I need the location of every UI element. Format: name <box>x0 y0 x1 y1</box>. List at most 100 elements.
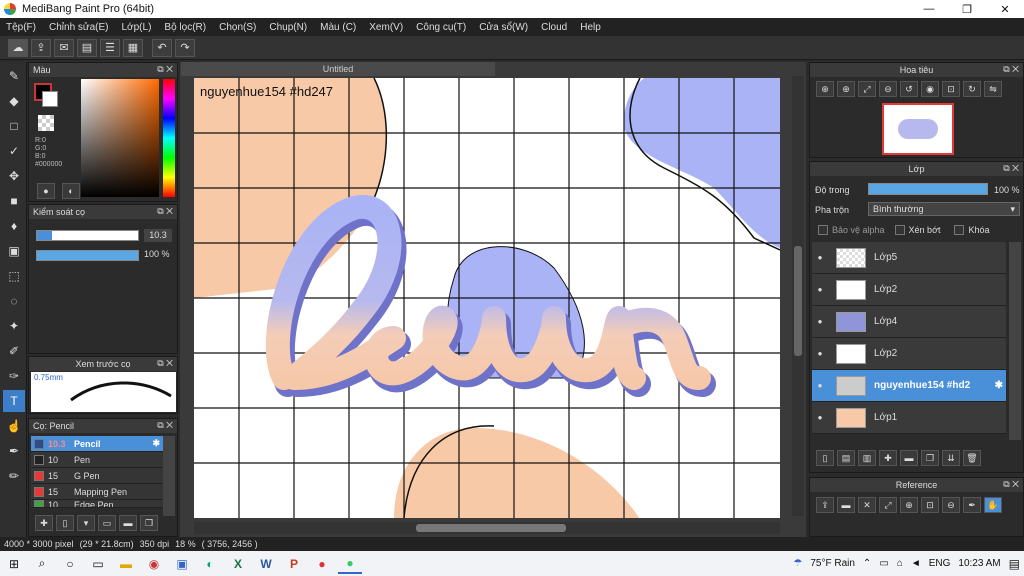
panel-controls-icon[interactable]: ⧉ ✕ <box>157 420 173 431</box>
eye-icon[interactable]: ● <box>812 381 828 390</box>
delete-layer-icon[interactable]: 🗑 <box>963 450 981 466</box>
open-folder-icon[interactable]: ▬ <box>837 497 855 513</box>
gear-icon[interactable]: ✱ <box>995 380 1003 391</box>
word-icon[interactable]: W <box>254 554 278 574</box>
menu-color[interactable]: Màu (C) <box>320 22 356 33</box>
fit-screen-icon[interactable]: ⊡ <box>921 497 939 513</box>
pen-tool-icon[interactable]: ✏ <box>3 465 25 487</box>
network-icon[interactable]: ⌂ <box>897 558 903 569</box>
monitor-icon[interactable]: ▣ <box>170 554 194 574</box>
close-button[interactable]: ✕ <box>986 0 1024 18</box>
fit-screen-icon[interactable]: ⤢ <box>858 81 876 97</box>
lock-checkbox[interactable] <box>954 225 965 235</box>
menu-snap[interactable]: Chụp(N) <box>269 22 307 33</box>
notification-icon[interactable]: ▤ <box>1009 557 1020 571</box>
copy-icon[interactable]: ▭ <box>98 515 116 531</box>
undo-icon[interactable]: ↶ <box>152 38 172 57</box>
brush-menu-icon[interactable]: ▾ <box>77 515 95 531</box>
rotate-left-icon[interactable]: ↺ <box>900 81 918 97</box>
close-reference-icon[interactable]: ✕ <box>858 497 876 513</box>
fit-reference-icon[interactable]: ⤢ <box>879 497 897 513</box>
artwork-canvas[interactable]: nguyenhue154 #hd247 <box>194 78 780 518</box>
panel-controls-icon[interactable]: ⧉ ✕ <box>157 206 173 217</box>
blend-mode-select[interactable]: Bình thường ▾ <box>868 202 1020 216</box>
chevron-up-icon[interactable]: ⌃ <box>863 558 871 569</box>
folder-icon[interactable]: ▬ <box>119 515 137 531</box>
brush-item-pencil[interactable]: 10.3 Pencil ✱ <box>31 436 163 452</box>
menu-tools[interactable]: Công cụ(T) <box>416 22 466 33</box>
canvas-horizontal-scrollbar[interactable] <box>194 522 780 534</box>
weather-text[interactable]: 75°F Rain <box>810 558 855 569</box>
brush-size-slider[interactable] <box>36 230 139 241</box>
eyedropper-icon[interactable]: ✒ <box>963 497 981 513</box>
clipping-checkbox[interactable] <box>894 225 905 235</box>
magic-wand-tool-icon[interactable]: ✦ <box>3 315 25 337</box>
layer-row[interactable]: ● Lớp2 <box>812 274 1006 306</box>
lasso-tool-icon[interactable]: ◌ <box>3 290 25 312</box>
menu-help[interactable]: Help <box>580 22 601 33</box>
brush-item-pen[interactable]: 10 Pen <box>31 452 163 468</box>
saturation-value-picker[interactable] <box>81 79 159 197</box>
zoom-out-icon[interactable]: ⊖ <box>942 497 960 513</box>
layer-row[interactable]: ● Lớp2 <box>812 338 1006 370</box>
menu-layer[interactable]: Lớp(L) <box>122 22 152 33</box>
powerpoint-icon[interactable]: P <box>282 554 306 574</box>
fill-rect-tool-icon[interactable]: ■ <box>3 190 25 212</box>
rotate-right-icon[interactable]: ↻ <box>963 81 981 97</box>
volume-icon[interactable]: ◄ <box>911 558 921 569</box>
menu-edit[interactable]: Chỉnh sửa(E) <box>49 22 109 33</box>
bucket-tool-icon[interactable]: ♦ <box>3 215 25 237</box>
edge-browser-icon[interactable]: ◐ <box>198 554 222 574</box>
chat-icon[interactable]: ▤ <box>77 38 97 57</box>
menu-file[interactable]: Tệp(F) <box>6 22 36 33</box>
redo-icon[interactable]: ↷ <box>175 38 195 57</box>
upload-icon[interactable]: ⇪ <box>31 38 51 57</box>
maximize-button[interactable]: ❐ <box>948 0 986 18</box>
search-icon[interactable]: ⌕ <box>30 554 54 574</box>
brush-list-scrollbar[interactable] <box>163 436 175 516</box>
zoom-out-icon[interactable]: ⊖ <box>879 81 897 97</box>
flip-icon[interactable]: ⇋ <box>984 81 1002 97</box>
merge-layer-icon[interactable]: ⇊ <box>942 450 960 466</box>
zoom-in-icon[interactable]: ⊕ <box>816 81 834 97</box>
dot-tool-icon[interactable]: ✓ <box>3 140 25 162</box>
brush-item-g-pen[interactable]: 15 G Pen <box>31 468 163 484</box>
layer-folder-icon[interactable]: ▬ <box>900 450 918 466</box>
panel-controls-icon[interactable]: ⧉ ✕ <box>157 358 173 369</box>
comment-icon[interactable]: ✉ <box>54 38 74 57</box>
excel-icon[interactable]: X <box>226 554 250 574</box>
brush-opacity-slider[interactable] <box>36 250 139 261</box>
select-rect-tool-icon[interactable]: ⬚ <box>3 265 25 287</box>
panel-controls-icon[interactable]: ⧉ ✕ <box>1003 479 1019 490</box>
hue-slider[interactable] <box>163 79 175 197</box>
select-eraser-tool-icon[interactable]: ✑ <box>3 365 25 387</box>
new-layer-icon[interactable]: ▯ <box>816 450 834 466</box>
eye-icon[interactable]: ● <box>812 253 828 262</box>
layer-row[interactable]: ● Lớp1 <box>812 402 1006 434</box>
eraser-tool-icon[interactable]: ◆ <box>3 90 25 112</box>
new-layer-1bit-icon[interactable]: ▥ <box>858 450 876 466</box>
protect-alpha-checkbox[interactable] <box>818 225 828 235</box>
menu-window[interactable]: Cửa sổ(W) <box>479 22 528 33</box>
duplicate-icon[interactable]: ❐ <box>140 515 158 531</box>
gradient-tool-icon[interactable]: ▣ <box>3 240 25 262</box>
add-layer-menu-icon[interactable]: ✚ <box>879 450 897 466</box>
brush-size-value[interactable]: 10.3 <box>144 229 172 242</box>
layer-row-selected[interactable]: ● nguyenhue154 #hd2 ✱ <box>812 370 1006 402</box>
duplicate-layer-icon[interactable]: ❐ <box>921 450 939 466</box>
eyedropper-tool-icon[interactable]: ✒ <box>3 440 25 462</box>
menu-select[interactable]: Chọn(S) <box>219 22 256 33</box>
operation-tool-icon[interactable]: ☝ <box>3 415 25 437</box>
secondary-color-swatch[interactable] <box>42 91 58 107</box>
media-player-icon[interactable]: ◉ <box>142 554 166 574</box>
menu-view[interactable]: Xem(V) <box>369 22 403 33</box>
add-brush-icon[interactable]: ✚ <box>35 515 53 531</box>
text-tool-icon[interactable]: T <box>3 390 25 412</box>
language-indicator[interactable]: ENG <box>929 558 951 569</box>
list-icon[interactable]: ☰ <box>100 38 120 57</box>
medibang-taskbar-icon[interactable]: ● <box>338 554 362 574</box>
eye-icon[interactable]: ● <box>812 413 828 422</box>
move-tool-icon[interactable]: ✥ <box>3 165 25 187</box>
hand-icon[interactable]: ✋ <box>984 497 1002 513</box>
rectangle-tool-icon[interactable]: □ <box>3 115 25 137</box>
